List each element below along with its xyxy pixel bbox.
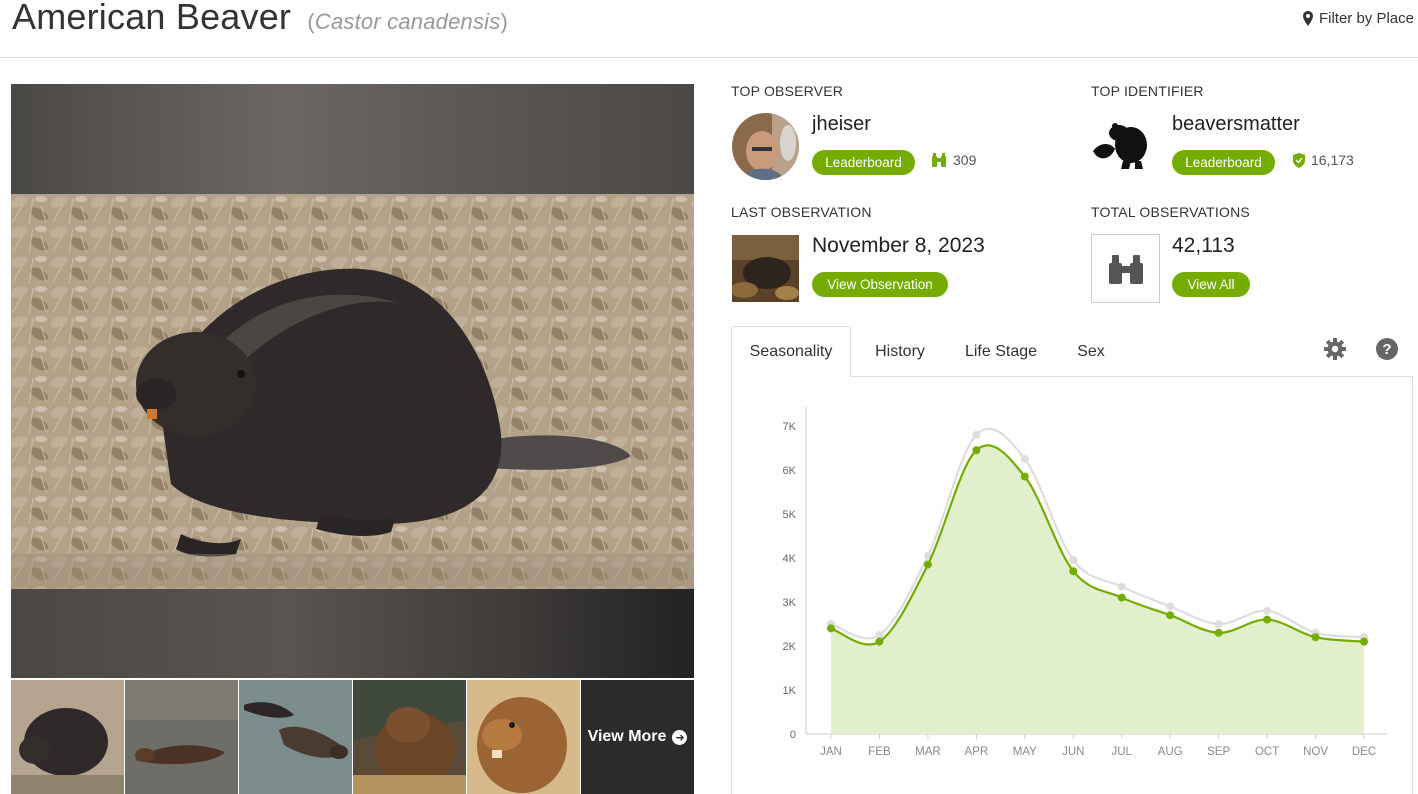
photo-thumbnail-5[interactable]: [467, 680, 580, 794]
x-tick-label: NOV: [1303, 746, 1328, 758]
x-tick-label: JUN: [1062, 746, 1084, 758]
tab-life-stage[interactable]: Life Stage: [956, 326, 1046, 377]
top-observer-username[interactable]: jheiser: [812, 113, 871, 136]
panel-border-right: [1412, 376, 1413, 794]
x-tick-label: DEC: [1352, 746, 1376, 758]
top-observer-avatar[interactable]: [732, 113, 799, 180]
binoculars-icon: [1108, 254, 1143, 284]
x-tick-label: OCT: [1255, 746, 1279, 758]
filter-by-place-button[interactable]: Filter by Place: [1302, 10, 1414, 27]
arrow-circle-right-icon: ➜: [672, 729, 688, 745]
y-tick-label: 3K: [783, 597, 797, 609]
binoculars-icon: [932, 153, 946, 167]
y-tick-label: 7K: [783, 421, 797, 433]
seasonality-chart: 0 1K 2K 3K 4K 5K 6K 7K JAN FEB MAR APR MAY JUN JUL AUG S…: [783, 407, 1387, 758]
view-more-button[interactable]: View More ➜: [581, 680, 694, 794]
chart-tabs: Seasonality History Life Stage Sex: [731, 326, 1418, 377]
taxon-title: American Beaver (Castor canadensis): [12, 0, 508, 38]
data-point: [875, 637, 884, 646]
total-observations-icon-box: [1091, 234, 1160, 303]
x-tick-label: SEP: [1207, 746, 1230, 758]
y-tick-label: 1K: [783, 685, 797, 697]
identifier-count-value: 16,173: [1311, 152, 1354, 168]
data-point: [1214, 620, 1223, 628]
photo-blur-top: [11, 84, 694, 194]
y-tick-label: 4K: [783, 553, 797, 565]
x-tick-label: APR: [965, 746, 989, 758]
top-identifier-leaderboard-button[interactable]: Leaderboard: [1172, 150, 1275, 175]
gear-icon[interactable]: [1323, 337, 1347, 361]
top-identifier-label: TOP IDENTIFIER: [1091, 83, 1204, 99]
top-identifier-avatar[interactable]: [1091, 113, 1158, 180]
common-name: American Beaver: [12, 0, 292, 37]
top-observer-leaderboard-button[interactable]: Leaderboard: [812, 150, 915, 175]
photo-thumbnail-4[interactable]: [353, 680, 466, 794]
photo-thumbnail-1[interactable]: [11, 680, 124, 794]
tab-history[interactable]: History: [861, 326, 939, 377]
data-point: [1214, 628, 1223, 637]
photo-viewer[interactable]: [11, 84, 694, 678]
data-point: [1069, 556, 1078, 565]
observer-count-value: 309: [953, 152, 977, 168]
data-point: [1020, 455, 1029, 463]
data-point: [972, 430, 981, 439]
data-point: [1020, 472, 1029, 481]
tab-seasonality[interactable]: Seasonality: [731, 326, 851, 377]
photo-blur-bottom: [11, 589, 694, 678]
y-tick-label: 6K: [783, 465, 797, 477]
x-tick-label: JUL: [1112, 746, 1133, 758]
view-all-button[interactable]: View All: [1172, 272, 1250, 297]
y-tick-label: 0: [790, 729, 796, 741]
photo-thumbnail-2[interactable]: [125, 680, 238, 794]
shield-icon: [1293, 152, 1305, 168]
total-observations-label: TOTAL OBSERVATIONS: [1091, 204, 1250, 220]
map-marker-icon: [1302, 11, 1313, 26]
y-tick-label: 5K: [783, 509, 797, 521]
page-header: American Beaver (Castor canadensis) Filt…: [0, 0, 1418, 58]
data-point: [1263, 615, 1272, 624]
photo-thumbnails: View More ➜: [11, 680, 694, 794]
photo-thumbnail-3[interactable]: [239, 680, 352, 794]
last-observation-date: November 8, 2023: [812, 234, 985, 257]
data-point: [1360, 637, 1368, 646]
top-observer-label: TOP OBSERVER: [731, 83, 844, 99]
top-observer-count: 309: [931, 152, 976, 168]
x-tick-label: AUG: [1158, 746, 1183, 758]
x-tick-label: MAY: [1013, 746, 1037, 758]
filter-label: Filter by Place: [1318, 10, 1414, 27]
data-point: [1069, 567, 1078, 576]
data-point: [1263, 606, 1272, 615]
data-point: [1166, 602, 1175, 611]
data-point: [1166, 611, 1175, 620]
view-more-label: View More: [587, 728, 667, 745]
scientific-name: Castor canadensis: [314, 9, 501, 34]
question-circle-icon[interactable]: ?: [1375, 337, 1399, 361]
view-observation-button[interactable]: View Observation: [812, 272, 948, 297]
top-identifier-username[interactable]: beaversmatter: [1172, 113, 1300, 136]
data-point: [923, 560, 932, 569]
data-point: [1117, 593, 1126, 602]
tab-sex[interactable]: Sex: [1066, 326, 1116, 377]
svg-text:?: ?: [1382, 341, 1391, 358]
data-point: [1311, 633, 1320, 642]
data-point: [1117, 582, 1126, 591]
data-point: [827, 624, 835, 633]
main-photo[interactable]: [11, 194, 694, 589]
total-observations-count: 42,113: [1172, 234, 1235, 257]
x-tick-label: MAR: [915, 746, 941, 758]
last-observation-label: LAST OBSERVATION: [731, 204, 872, 220]
y-tick-label: 2K: [783, 641, 797, 653]
x-tick-label: JAN: [820, 746, 842, 758]
top-identifier-count: 16,173: [1293, 152, 1354, 168]
scientific-name-wrapper: (Castor canadensis): [307, 9, 508, 34]
x-tick-label: FEB: [868, 746, 891, 758]
data-point: [972, 446, 981, 455]
last-observation-photo[interactable]: [732, 235, 799, 302]
